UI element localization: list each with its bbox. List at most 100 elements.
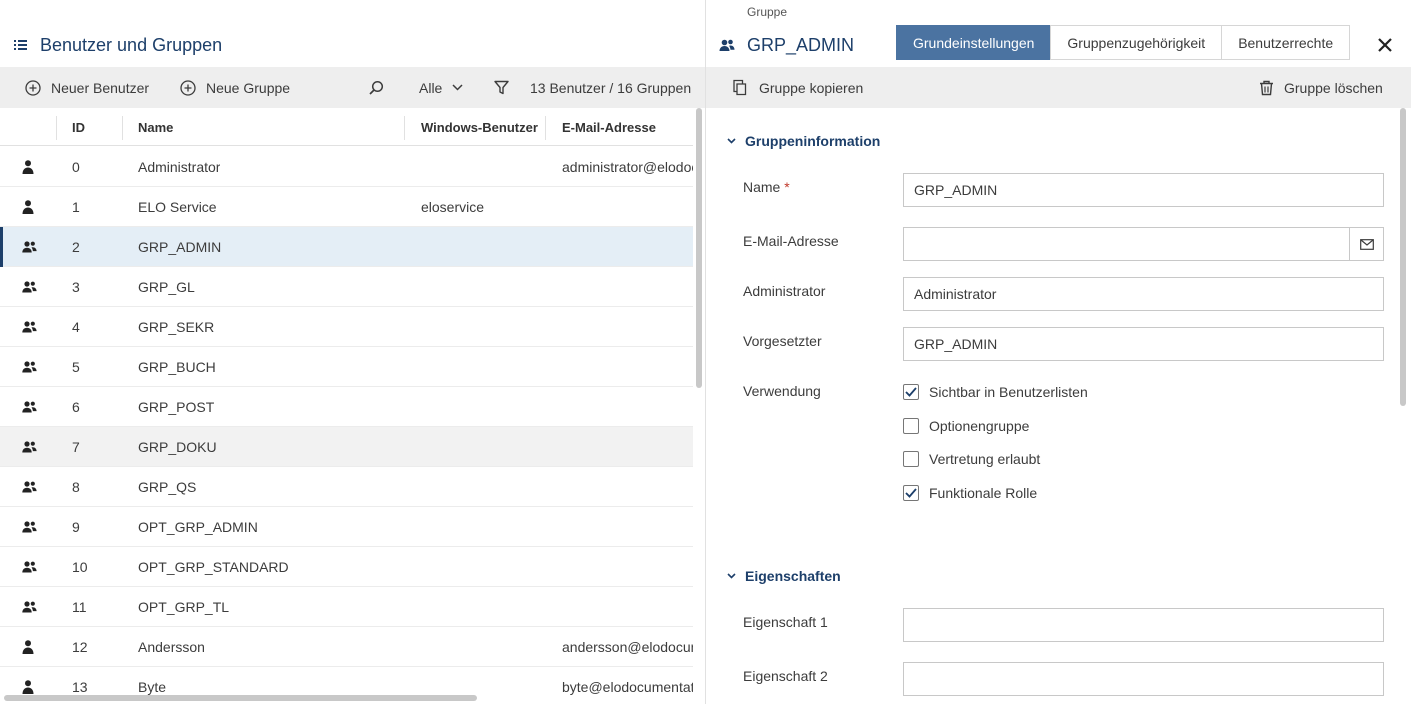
filter-type-select[interactable]: Alle bbox=[419, 67, 463, 108]
table-row[interactable]: 0 Administrator administrator@elodocumenta… bbox=[0, 147, 693, 187]
table-row[interactable]: 7 GRP_DOKU bbox=[0, 427, 693, 467]
row-id: 3 bbox=[72, 279, 80, 295]
checkbox-box[interactable] bbox=[903, 451, 919, 467]
row-name: GRP_POST bbox=[138, 399, 215, 415]
checkbox-box[interactable] bbox=[903, 418, 919, 434]
chevron-down-icon bbox=[727, 573, 736, 579]
vertical-scrollbar[interactable] bbox=[696, 108, 702, 388]
new-user-button[interactable]: Neuer Benutzer bbox=[25, 67, 149, 108]
delete-group-label: Gruppe löschen bbox=[1284, 79, 1383, 96]
tab-group-membership[interactable]: Gruppenzugehörigkeit bbox=[1050, 25, 1223, 60]
row-email: andersson@elodocumentation.com bbox=[562, 639, 693, 655]
section-group-info-title: Gruppeninformation bbox=[745, 133, 881, 149]
row-name: GRP_DOKU bbox=[138, 439, 217, 455]
count-text: 13 Benutzer / 16 Gruppen bbox=[530, 79, 692, 96]
new-group-button[interactable]: Neue Gruppe bbox=[180, 67, 290, 108]
name-field-label: Name * bbox=[743, 179, 790, 195]
administrator-field[interactable]: Administrator bbox=[903, 277, 1384, 311]
copy-group-button[interactable]: Gruppe kopieren bbox=[732, 67, 863, 108]
table-row[interactable]: 10 OPT_GRP_STANDARD bbox=[0, 547, 693, 587]
horizontal-scrollbar[interactable] bbox=[4, 695, 477, 701]
user-group-list: 0 Administrator administrator@elodocumenta… bbox=[0, 147, 693, 695]
trash-icon bbox=[1260, 80, 1273, 95]
row-name: GRP_GL bbox=[138, 279, 195, 295]
column-header-id[interactable]: ID bbox=[72, 108, 85, 146]
row-id: 6 bbox=[72, 399, 80, 415]
usage-checkbox[interactable]: Funktionale Rolle bbox=[903, 485, 1037, 501]
row-id: 0 bbox=[72, 159, 80, 175]
close-icon[interactable] bbox=[1376, 36, 1394, 54]
row-id: 2 bbox=[72, 239, 80, 255]
group-icon bbox=[22, 507, 37, 547]
checkbox-box[interactable] bbox=[903, 384, 919, 400]
checkmark-icon bbox=[905, 387, 917, 397]
row-name: GRP_SEKR bbox=[138, 319, 215, 335]
table-row[interactable]: 6 GRP_POST bbox=[0, 387, 693, 427]
table-row[interactable]: 9 OPT_GRP_ADMIN bbox=[0, 507, 693, 547]
superior-field-label: Vorgesetzter bbox=[743, 333, 822, 349]
section-properties-header[interactable]: Eigenschaften bbox=[727, 568, 841, 584]
name-field[interactable]: GRP_ADMIN bbox=[903, 173, 1384, 207]
filter-type-value: Alle bbox=[419, 79, 443, 96]
checkbox-label: Sichtbar in Benutzerlisten bbox=[929, 384, 1088, 400]
row-name: GRP_QS bbox=[138, 479, 197, 495]
column-header-email[interactable]: E-Mail-Adresse bbox=[562, 108, 656, 146]
users-groups-panel: Benutzer und Gruppen Neuer Benutzer Neue… bbox=[0, 0, 705, 704]
row-email bbox=[562, 187, 693, 227]
detail-tabs: Grundeinstellungen Gruppenzugehörigkeit … bbox=[896, 25, 1351, 60]
delete-group-button[interactable]: Gruppe löschen bbox=[1259, 67, 1383, 108]
column-divider bbox=[56, 116, 57, 140]
row-name: Andersson bbox=[138, 639, 205, 655]
name-label-text: Name bbox=[743, 179, 781, 195]
filter-icon bbox=[494, 80, 509, 95]
usage-checkbox[interactable]: Vertretung erlaubt bbox=[903, 451, 1040, 467]
row-id: 11 bbox=[72, 599, 87, 615]
row-name: OPT_GRP_TL bbox=[138, 599, 230, 615]
email-field[interactable] bbox=[903, 227, 1350, 261]
property-1-field[interactable] bbox=[903, 608, 1384, 642]
filter-button[interactable] bbox=[494, 67, 519, 108]
table-row[interactable]: 3 GRP_GL bbox=[0, 267, 693, 307]
list-icon bbox=[14, 40, 27, 50]
row-email bbox=[562, 587, 693, 627]
section-group-info-header[interactable]: Gruppeninformation bbox=[727, 133, 880, 149]
row-email bbox=[562, 347, 693, 387]
usage-checkbox[interactable]: Sichtbar in Benutzerlisten bbox=[903, 384, 1088, 400]
send-email-button[interactable] bbox=[1349, 227, 1384, 261]
row-email: administrator@elodocumentation.com bbox=[562, 159, 693, 175]
column-divider bbox=[404, 116, 405, 140]
table-row[interactable]: 8 GRP_QS bbox=[0, 467, 693, 507]
row-email bbox=[562, 547, 693, 587]
table-row[interactable]: 12 Andersson andersson@elodocumentation.co… bbox=[0, 627, 693, 667]
table-row[interactable]: 4 GRP_SEKR bbox=[0, 307, 693, 347]
row-id: 12 bbox=[72, 639, 88, 655]
usage-checkbox[interactable]: Optionengruppe bbox=[903, 418, 1029, 434]
tab-user-rights[interactable]: Benutzerrechte bbox=[1221, 25, 1351, 60]
table-row[interactable]: 2 GRP_ADMIN bbox=[0, 227, 693, 267]
user-icon bbox=[22, 147, 34, 187]
table-row[interactable]: 11 OPT_GRP_TL bbox=[0, 587, 693, 627]
table-row[interactable]: 13 Byte byte@elodocumentation.com bbox=[0, 667, 693, 695]
row-email bbox=[562, 507, 693, 547]
search-button[interactable] bbox=[368, 67, 394, 108]
row-name: OPT_GRP_ADMIN bbox=[138, 519, 258, 535]
group-icon bbox=[22, 467, 37, 507]
row-email bbox=[562, 387, 693, 427]
property-2-field[interactable] bbox=[903, 662, 1384, 696]
detail-vertical-scrollbar[interactable] bbox=[1400, 108, 1406, 406]
superior-field[interactable]: GRP_ADMIN bbox=[903, 327, 1384, 361]
group-title: GRP_ADMIN bbox=[747, 35, 855, 55]
table-row[interactable]: 1 ELO Service eloservice bbox=[0, 187, 693, 227]
column-header-name[interactable]: Name bbox=[138, 108, 173, 146]
group-icon bbox=[719, 39, 735, 51]
checkbox-box[interactable] bbox=[903, 485, 919, 501]
list-toolbar: Neuer Benutzer Neue Gruppe Alle 13 Benut… bbox=[0, 67, 705, 108]
column-header-windows-user[interactable]: Windows-Benutzer bbox=[421, 108, 538, 146]
row-email: byte@elodocumentation.com bbox=[562, 679, 693, 695]
chevron-down-icon bbox=[727, 138, 736, 144]
tab-basic-settings[interactable]: Grundeinstellungen bbox=[896, 25, 1052, 60]
group-icon bbox=[22, 387, 37, 427]
new-user-label: Neuer Benutzer bbox=[51, 79, 150, 96]
table-row[interactable]: 5 GRP_BUCH bbox=[0, 347, 693, 387]
row-email bbox=[562, 307, 693, 347]
